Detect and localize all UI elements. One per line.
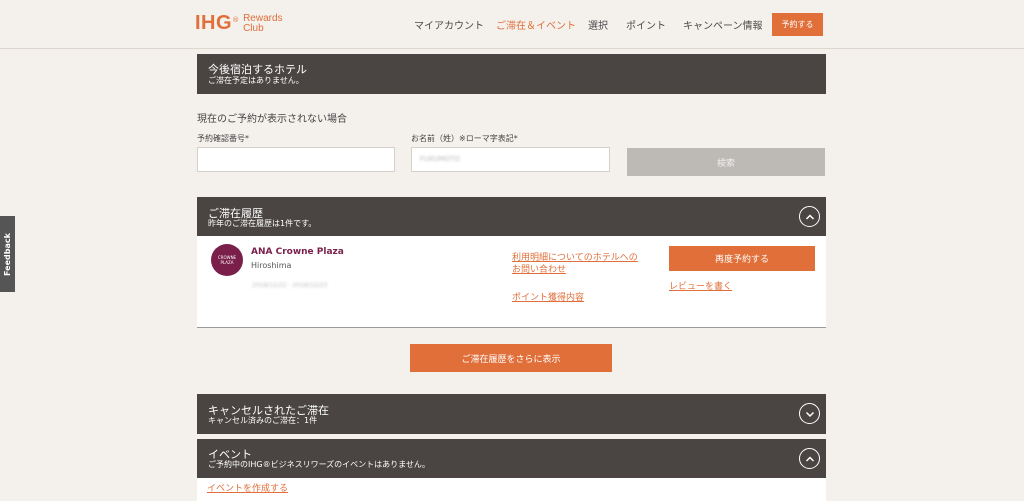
chevron-up-icon (805, 455, 814, 462)
feedback-label: Feedback (3, 232, 12, 276)
confirmation-label: 予約確認番号* (197, 134, 249, 143)
events-panel[interactable]: イベント ご予約中のIHG®ビジネスリワーズのイベントはありません。 (197, 439, 826, 478)
nav-my-account[interactable]: マイアカウント (414, 17, 484, 32)
events-subtitle: ご予約中のIHG®ビジネスリワーズのイベントはありません。 (208, 460, 430, 469)
upcoming-stays-panel: 今後宿泊するホテル ご滞在予定はありません。 (197, 54, 826, 94)
collapse-events-button[interactable] (799, 448, 820, 469)
logo-registered-mark: ® (232, 15, 240, 24)
feedback-tab[interactable]: Feedback (0, 216, 15, 292)
confirmation-number-input[interactable] (197, 147, 395, 172)
history-subtitle: 昨年のご滞在履歴は1件です。 (208, 219, 317, 228)
nav-points[interactable]: ポイント (626, 17, 666, 32)
lookup-heading: 現在のご予約が表示されない場合 (197, 114, 347, 125)
nav-campaigns[interactable]: キャンペーン情報 (683, 17, 763, 32)
cancelled-stays-panel[interactable]: キャンセルされたご滞在 キャンセル済みのご滞在：1件 (197, 394, 826, 434)
cancelled-subtitle: キャンセル済みのご滞在：1件 (208, 416, 318, 425)
chevron-up-icon (805, 213, 814, 220)
hotel-contact-link[interactable]: 利用明細についてのホテルへのお問い合わせ (512, 252, 640, 276)
upcoming-subtitle: ご滞在予定はありません。 (208, 76, 304, 85)
lastname-input[interactable]: FUKUMOTO (411, 147, 610, 172)
nav-stays-events[interactable]: ご滞在＆イベント (496, 17, 576, 32)
collapse-history-button[interactable] (799, 206, 820, 227)
chevron-down-icon (805, 411, 814, 417)
rebook-button[interactable]: 再度予約する (669, 246, 815, 271)
show-more-history-button[interactable]: ご滞在履歴をさらに表示 (410, 344, 612, 372)
logo-ihg-text: IHG (195, 12, 233, 34)
lastname-label: お名前（姓）※ローマ字表記* (411, 134, 518, 143)
stay-dates: 2018/12/22 - 2018/12/23 (252, 282, 328, 289)
logo-rewards-club-text: Rewards Club (243, 13, 282, 34)
nav-selection[interactable]: 選択 (588, 17, 608, 32)
events-card: イベントを作成する (197, 478, 826, 501)
expand-cancelled-button[interactable] (799, 403, 820, 424)
points-earned-link[interactable]: ポイント獲得内容 (512, 292, 584, 304)
write-review-link[interactable]: レビューを書く (669, 281, 732, 293)
create-event-link[interactable]: イベントを作成する (207, 483, 288, 495)
stay-history-panel[interactable]: ご滞在履歴 昨年のご滞在履歴は1件です。 (197, 197, 826, 236)
search-button[interactable]: 検索 (627, 148, 825, 176)
lastname-value: FUKUMOTO (420, 155, 461, 163)
ihg-rewards-logo[interactable]: IHG ® Rewards Club (195, 12, 283, 35)
hotel-name[interactable]: ANA Crowne Plaza (251, 247, 344, 257)
hotel-logo-line2: PLAZA (220, 260, 234, 265)
site-header: IHG ® Rewards Club マイアカウント ご滞在＆イベント 選択 ポ… (0, 0, 1024, 49)
hotel-city: Hiroshima (251, 261, 292, 270)
logo-club-text: Club (243, 22, 264, 34)
stay-history-card: CROWNE PLAZA ANA Crowne Plaza Hiroshima 2… (197, 236, 826, 328)
book-button[interactable]: 予約する (772, 13, 823, 36)
crowne-plaza-logo: CROWNE PLAZA (211, 244, 243, 276)
